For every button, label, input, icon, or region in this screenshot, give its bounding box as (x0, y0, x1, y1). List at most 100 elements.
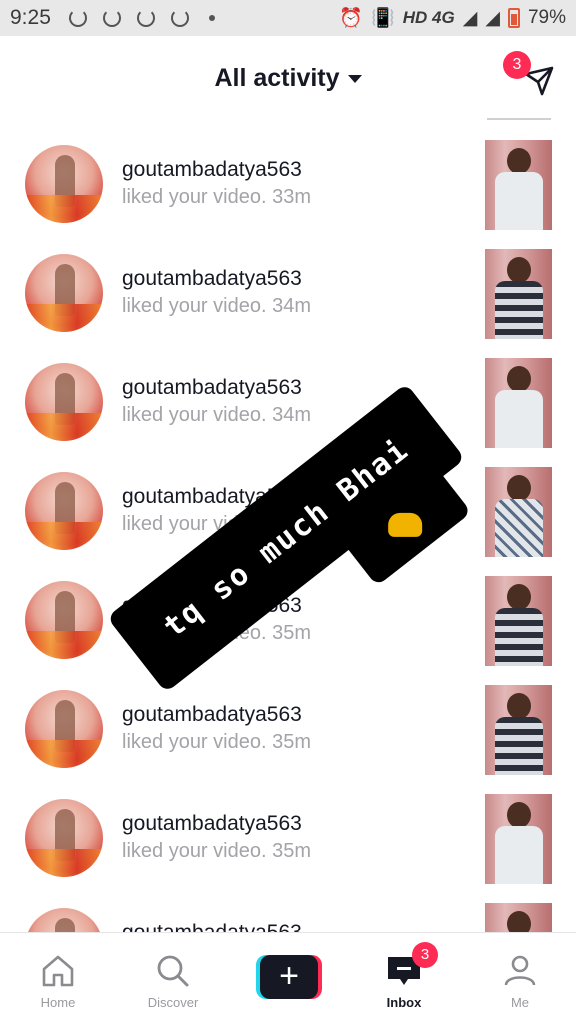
profile-icon (500, 951, 540, 991)
thumbnail-head (507, 257, 531, 283)
header: All activity (0, 36, 576, 120)
bottom-nav: Home Discover + Inbox Me (0, 932, 576, 1024)
sync-icon (68, 9, 87, 27)
activity-row[interactable]: goutambadatya563 liked your video. 34m (0, 348, 576, 457)
avatar-background (25, 849, 103, 877)
activity-time: 35m (272, 840, 311, 862)
nav-inbox[interactable]: Inbox (354, 943, 454, 1010)
activity-time: 35m (272, 622, 311, 644)
nav-label: Me (510, 995, 530, 1010)
activity-time: 35m (272, 731, 311, 753)
network-type: HD 4G (402, 8, 455, 27)
thumbnail-head (507, 475, 531, 501)
thumbnail-body (495, 281, 543, 339)
status-bar: 9:25 ⏰ 📳 HD 4G ◢ ◢ 79% (0, 0, 576, 36)
avatar-background (25, 522, 103, 550)
activity-username[interactable]: goutambadatya563 (122, 158, 302, 182)
activity-text: liked your video. 35m (122, 731, 311, 754)
avatar-background (25, 413, 103, 441)
activity-text: liked your video. 33m (122, 186, 311, 209)
activity-text: liked your video. 34m (122, 404, 311, 427)
nav-discover[interactable]: Discover (123, 943, 223, 1010)
page-title: All activity (214, 64, 340, 92)
video-thumbnail[interactable] (485, 794, 552, 884)
activity-username[interactable]: goutambadatya563 (122, 376, 302, 400)
thumbnail-body (495, 390, 543, 448)
status-time: 9:25 (10, 6, 51, 29)
thumbnail-head (507, 148, 531, 174)
nav-home[interactable]: Home (8, 943, 108, 1010)
activity-action: liked your video. (122, 186, 267, 208)
home-icon (38, 951, 78, 991)
video-thumbnail[interactable] (485, 576, 552, 666)
activity-time: 34m (272, 404, 311, 426)
user-avatar[interactable] (25, 363, 103, 441)
activity-action: liked your video. (122, 840, 267, 862)
activity-text: liked your video. 34m (122, 295, 311, 318)
screen: 9:25 ⏰ 📳 HD 4G ◢ ◢ 79% All activity 3 go… (0, 0, 576, 1024)
activity-row[interactable]: goutambadatya563 liked your video. 33m (0, 130, 576, 239)
sync-icon (170, 9, 189, 27)
activity-row[interactable]: goutambadatya563 liked your video. 35m (0, 675, 576, 784)
user-avatar[interactable] (25, 254, 103, 332)
thumbnail-head (507, 584, 531, 610)
sync-icon (102, 9, 121, 27)
battery-icon (507, 8, 520, 28)
video-thumbnail[interactable] (485, 467, 552, 557)
thumbnail-body (495, 608, 543, 666)
divider (487, 118, 551, 120)
video-thumbnail[interactable] (485, 685, 552, 775)
nav-label: Home (40, 995, 76, 1010)
vibrate-icon: 📳 (371, 8, 395, 29)
dm-badge: 3 (503, 51, 531, 79)
thumbnail-body (495, 717, 543, 775)
avatar-background (25, 195, 103, 223)
activity-action: liked your video. (122, 295, 267, 317)
folded-hands-icon (388, 512, 423, 537)
video-thumbnail[interactable] (485, 140, 552, 230)
thumbnail-head (507, 802, 531, 828)
sync-icon (136, 9, 155, 27)
user-avatar[interactable] (25, 581, 103, 659)
user-avatar[interactable] (25, 145, 103, 223)
avatar-background (25, 740, 103, 768)
avatar-background (25, 631, 103, 659)
nav-label: Discover (147, 995, 199, 1010)
more-notifications-icon (208, 15, 215, 21)
alarm-icon: ⏰ (339, 8, 364, 29)
activity-username[interactable]: goutambadatya563 (122, 703, 302, 727)
user-avatar[interactable] (25, 799, 103, 877)
battery-percent: 79% (527, 7, 566, 28)
activity-time: 34m (272, 295, 311, 317)
signal-icon: ◢ (485, 7, 500, 29)
activity-row[interactable]: goutambadatya563 liked your video. 34m (0, 239, 576, 348)
activity-text: liked your video. 35m (122, 840, 311, 863)
thumbnail-body (495, 826, 543, 884)
thumbnail-head (507, 693, 531, 719)
avatar-background (25, 304, 103, 332)
activity-username[interactable]: goutambadatya563 (122, 267, 302, 291)
thumbnail-head (507, 366, 531, 392)
activity-filter-dropdown[interactable]: All activity (0, 64, 576, 93)
activity-row[interactable]: goutambadatya563 liked your video. 35m (0, 784, 576, 893)
user-avatar[interactable] (25, 690, 103, 768)
nav-me[interactable]: Me (470, 943, 570, 1010)
thumbnail-body (495, 172, 543, 230)
search-icon (153, 951, 193, 991)
user-avatar[interactable] (25, 472, 103, 550)
thumbnail-body (495, 499, 543, 557)
signal-icon: ◢ (462, 7, 478, 29)
activity-time: 33m (272, 186, 311, 208)
activity-username[interactable]: goutambadatya563 (122, 812, 302, 836)
plus-icon: + (260, 955, 318, 999)
video-thumbnail[interactable] (485, 249, 552, 339)
activity-action: liked your video. (122, 404, 267, 426)
activity-action: liked your video. (122, 731, 267, 753)
inbox-badge: 3 (412, 942, 438, 968)
video-thumbnail[interactable] (485, 358, 552, 448)
status-right: ⏰ 📳 HD 4G ◢ ◢ 79% (339, 6, 566, 30)
notification-icons (68, 9, 215, 27)
nav-label: Inbox (386, 995, 422, 1010)
caret-down-icon (347, 75, 362, 84)
create-button[interactable]: + (256, 955, 322, 999)
